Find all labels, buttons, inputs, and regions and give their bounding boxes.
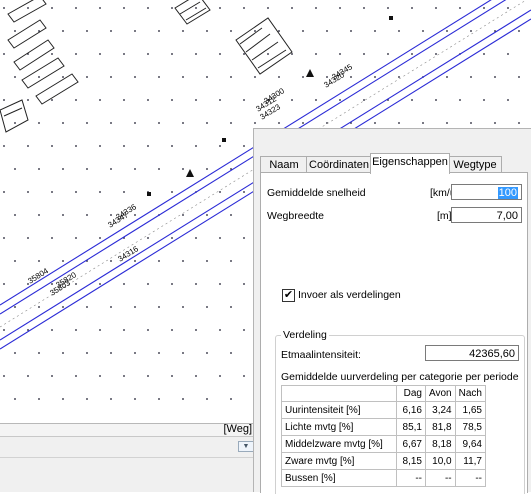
building-blocks <box>7 0 79 105</box>
dock-divider <box>0 457 258 458</box>
dock-header: [Weg] <box>0 423 258 437</box>
table-cell[interactable]: 8,18 <box>425 435 456 453</box>
speed-value: 100 <box>497 187 518 199</box>
table-header-row: Dag Avon Nach <box>281 385 486 402</box>
table-cell[interactable]: 3,24 <box>425 401 456 419</box>
table-row: Bussen [%] -- -- -- <box>281 469 486 487</box>
header-avond: Avon <box>425 385 456 402</box>
speed-label: Gemiddelde snelheid <box>267 187 366 199</box>
tab-page-eigenschappen: Gemiddelde snelheid [km/u] 100 Wegbreedt… <box>260 172 528 494</box>
table-cell[interactable]: 1,65 <box>454 401 486 419</box>
table-row: Lichte mvtg [%] 85,1 81,8 78,5 <box>281 418 486 436</box>
table-row: Uurintensiteit [%] 6,16 3,24 1,65 <box>281 401 486 419</box>
table-cell[interactable]: 6,16 <box>396 401 426 419</box>
table-cell[interactable]: 81,8 <box>425 418 456 436</box>
table-cell[interactable]: -- <box>454 469 486 487</box>
speed-input[interactable]: 100 <box>451 184 522 200</box>
distribution-checkbox[interactable]: ✔ <box>282 289 295 302</box>
table-cell[interactable]: -- <box>396 469 426 487</box>
width-label: Wegbreedte <box>267 210 325 222</box>
tab-eigenschappen[interactable]: Eigenschappen <box>370 153 450 174</box>
table-cell[interactable]: -- <box>425 469 456 487</box>
header-dag: Dag <box>396 385 426 402</box>
header-nacht: Nach <box>454 385 486 402</box>
row-label: Lichte mvtg [%] <box>281 418 397 436</box>
width-unit: [m] <box>437 210 452 222</box>
distribution-group-title: Verdeling <box>281 329 329 341</box>
distribution-checkbox-label: Invoer als verdelingen <box>298 289 401 301</box>
status-dock: [Weg] ▼ <box>0 423 260 492</box>
table-row: Zware mvtg [%] 8,15 10,0 11,7 <box>281 452 486 470</box>
building-outlines <box>0 0 293 133</box>
etmaal-label: Etmaalintensiteit: <box>281 349 361 361</box>
row-label: Uurintensiteit [%] <box>281 401 397 419</box>
table-cell[interactable]: 85,1 <box>396 418 426 436</box>
table-cell[interactable]: 10,0 <box>425 452 456 470</box>
distribution-subtitle: Gemiddelde uurverdeling per categorie pe… <box>281 371 519 383</box>
map-label: 35804 <box>26 266 50 286</box>
table-cell[interactable]: 78,5 <box>454 418 486 436</box>
dropdown-arrow-icon[interactable]: ▼ <box>238 441 254 452</box>
row-label: Zware mvtg [%] <box>281 452 397 470</box>
row-label: Middelzware mvtg [%] <box>281 435 397 453</box>
distribution-table: Dag Avon Nach Uurintensiteit [%] 6,16 3,… <box>281 385 486 487</box>
table-cell[interactable]: 8,15 <box>396 452 426 470</box>
row-label: Bussen [%] <box>281 469 397 487</box>
header-corner-cell <box>281 385 397 402</box>
object-type-label: [Weg] <box>223 423 252 435</box>
width-input[interactable]: 7,00 <box>451 207 522 223</box>
table-row: Middelzware mvtg [%] 6,67 8,18 9,64 <box>281 435 486 453</box>
table-cell[interactable]: 6,67 <box>396 435 426 453</box>
properties-panel: Naam Coördinaten Eigenschappen Wegtype G… <box>253 128 531 494</box>
table-cell[interactable]: 11,7 <box>454 452 486 470</box>
etmaal-input[interactable]: 42365,60 <box>425 345 519 361</box>
table-cell[interactable]: 9,64 <box>454 435 486 453</box>
